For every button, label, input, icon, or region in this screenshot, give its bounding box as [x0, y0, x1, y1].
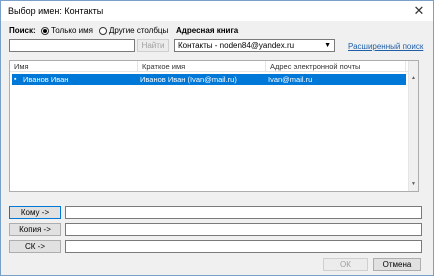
- advanced-search-link[interactable]: Расширенный поиск: [348, 42, 423, 51]
- find-button[interactable]: Найти: [137, 39, 169, 52]
- window-title: Выбор имен: Контакты: [8, 6, 104, 16]
- address-book-select[interactable]: Контакты - noden84@yandex.ru ▼: [174, 39, 335, 52]
- radio-other-columns[interactable]: [99, 27, 107, 35]
- row-email: Ivan@mail.ru: [268, 75, 313, 84]
- list-scrollbar[interactable]: ▲ ▼: [408, 61, 418, 191]
- address-book-label: Адресная книга: [176, 26, 239, 35]
- cc-field[interactable]: [65, 223, 422, 236]
- row-name: Иванов Иван: [23, 75, 69, 84]
- address-book-value: Контакты - noden84@yandex.ru: [178, 41, 295, 50]
- title-bar: Выбор имен: Контакты ✕: [1, 1, 433, 21]
- select-names-dialog: Выбор имен: Контакты ✕ Поиск: Только имя…: [0, 0, 434, 276]
- contacts-list[interactable]: Имя Краткое имя Адрес электронной почты …: [9, 60, 419, 192]
- cc-button[interactable]: Копия ->: [9, 223, 61, 236]
- radio-name-only-label[interactable]: Только имя: [51, 26, 93, 35]
- cancel-button[interactable]: Отмена: [373, 258, 421, 271]
- table-row[interactable]: ▪ Иванов Иван Иванов Иван (Ivan@mail.ru)…: [12, 74, 406, 85]
- column-header-name[interactable]: Имя: [10, 61, 138, 72]
- bcc-field[interactable]: [65, 240, 422, 253]
- close-icon[interactable]: ✕: [410, 2, 428, 20]
- search-label: Поиск:: [9, 26, 36, 35]
- list-header: Имя Краткое имя Адрес электронной почты: [10, 61, 418, 72]
- scroll-up-icon[interactable]: ▲: [411, 75, 416, 81]
- radio-other-columns-label[interactable]: Другие столбцы: [109, 26, 168, 35]
- search-input[interactable]: [9, 39, 135, 52]
- row-short-name: Иванов Иван (Ivan@mail.ru): [140, 75, 237, 84]
- bcc-button[interactable]: СК ->: [9, 240, 61, 253]
- chevron-down-icon: ▼: [324, 42, 331, 49]
- column-header-email[interactable]: Адрес электронной почты: [266, 61, 406, 72]
- to-field[interactable]: [65, 206, 422, 219]
- contact-icon: ▪: [14, 76, 17, 83]
- column-header-short-name[interactable]: Краткое имя: [138, 61, 266, 72]
- ok-button[interactable]: ОК: [323, 258, 368, 271]
- scroll-down-icon[interactable]: ▼: [411, 181, 416, 187]
- to-button[interactable]: Кому ->: [9, 206, 61, 219]
- radio-name-only[interactable]: [41, 27, 49, 35]
